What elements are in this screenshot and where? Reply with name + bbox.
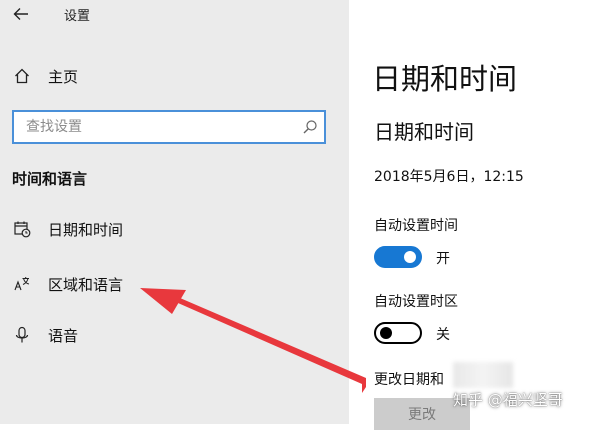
sidebar-item-speech[interactable]: 语音	[0, 317, 349, 353]
search-box	[12, 110, 326, 144]
window-title: 设置	[64, 9, 91, 24]
toggle-knob	[404, 251, 416, 263]
back-arrow-icon	[13, 8, 28, 20]
change-datetime-label: 更改日期和	[374, 372, 444, 388]
sidebar-item-label: 区域和语言	[48, 275, 124, 294]
sidebar-section-title: 时间和语言	[12, 170, 88, 188]
language-icon	[12, 274, 32, 294]
search-icon[interactable]	[302, 119, 318, 135]
auto-timezone-toggle[interactable]	[374, 322, 422, 344]
auto-time-toggle[interactable]	[374, 246, 422, 268]
search-input[interactable]	[14, 112, 296, 142]
current-datetime: 2018年5月6日，12:15	[374, 169, 524, 185]
sidebar-item-label: 日期和时间	[48, 220, 124, 239]
auto-time-label: 自动设置时间	[374, 218, 458, 234]
section-title: 日期和时间	[374, 120, 474, 144]
toggle-knob	[380, 327, 392, 339]
blurred-area	[453, 362, 513, 388]
auto-timezone-label: 自动设置时区	[374, 294, 458, 310]
watermark: 知乎 @福兴坚哥	[453, 391, 563, 409]
settings-sidebar: 设置 主页 时间和语言 日期和时间	[0, 0, 349, 424]
auto-timezone-state: 关	[436, 327, 450, 343]
sidebar-item-label: 语音	[48, 326, 79, 345]
auto-time-state: 开	[436, 251, 450, 267]
back-button[interactable]	[10, 4, 32, 24]
sidebar-item-home[interactable]: 主页	[0, 58, 349, 94]
microphone-icon	[12, 325, 32, 345]
sidebar-item-region-language[interactable]: 区域和语言	[0, 266, 349, 302]
sidebar-item-label: 主页	[48, 67, 79, 86]
home-icon	[12, 66, 32, 86]
calendar-clock-icon	[12, 219, 32, 239]
page-title: 日期和时间	[372, 62, 518, 96]
sidebar-item-date-time[interactable]: 日期和时间	[0, 211, 349, 247]
